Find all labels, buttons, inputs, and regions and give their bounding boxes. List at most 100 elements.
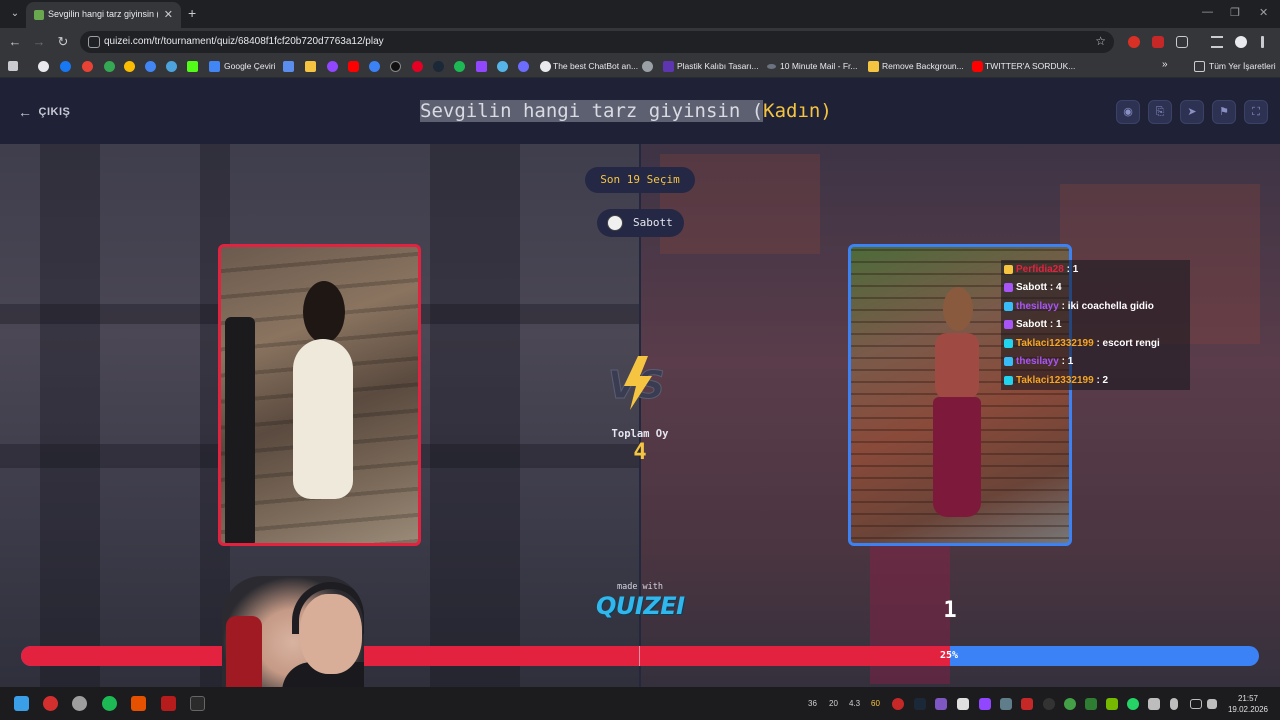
back-icon[interactable]: ← [6,33,24,51]
steam-tray-icon[interactable] [914,698,926,710]
bookmark-chatbot[interactable]: The best ChatBot an... [553,61,638,71]
site-info-icon[interactable] [88,36,100,48]
display-icon[interactable] [1190,699,1202,709]
photos-icon[interactable] [145,61,156,72]
chat-username: Perfidia28 [1016,263,1064,275]
tab-favicon-icon [34,10,44,20]
chat-text: : 4 [1047,282,1062,294]
reload-icon[interactable]: ↻ [54,33,72,51]
minimize-icon[interactable]: — [1202,6,1213,18]
spotify-icon[interactable] [454,61,465,72]
tray-icon[interactable] [1043,698,1055,710]
chat-badge-icon [1004,301,1013,311]
power-app-icon[interactable] [43,696,58,711]
bookmark-icon[interactable] [166,61,177,72]
volume-icon[interactable] [1207,699,1217,709]
app-icon[interactable] [72,696,87,711]
google-icon[interactable] [38,61,49,72]
quizei-logo[interactable]: QUIZEI [596,592,685,620]
bookmark-remove-background[interactable]: Remove Backgroun... [882,61,964,71]
browser-menu-icon[interactable] [1261,36,1264,48]
youtube-icon[interactable] [348,61,359,72]
quiz-title-main: Sevgilin hangi tarz giyinsin ( [420,100,764,122]
bookmark-icon[interactable] [518,61,529,72]
bookmark-google-translate[interactable]: Google Çeviri [224,61,276,71]
exit-button[interactable]: ← ÇIKIŞ [18,104,70,120]
fullscreen-icon[interactable]: ⛶ [1244,100,1268,124]
forward-icon[interactable]: → [30,33,48,51]
epic-games-icon[interactable] [190,696,205,711]
bookmark-star-icon[interactable]: ☆ [1095,34,1106,48]
chat-overlay: Perfidia28 : 1 Sabott : 4 thesilayy : iki … [1001,260,1190,390]
bookmark-icon[interactable] [369,61,380,72]
bookmarks-overflow-icon[interactable]: » [1162,59,1168,70]
nvidia-icon[interactable] [1106,698,1118,710]
chatbot-icon[interactable] [540,61,551,72]
gmail-icon[interactable] [82,61,93,72]
share-icon[interactable]: ⎘ [1148,100,1172,124]
app-icon[interactable] [131,696,146,711]
restore-icon[interactable]: ❐ [1230,6,1240,19]
tray-icon[interactable] [935,698,947,710]
drive-icon[interactable] [124,61,135,72]
mail-icon[interactable] [767,64,776,69]
window-close-icon[interactable]: ✕ [1259,6,1268,19]
globe-icon[interactable] [642,61,653,72]
tray-icon[interactable] [979,698,991,710]
youtube-icon[interactable] [972,61,983,72]
tray-icon[interactable] [1021,698,1033,710]
browser-tab[interactable]: Sevgilin hangi tarz giyinsin (Kad ✕ [26,2,181,28]
facebook-icon[interactable] [60,61,71,72]
flag-icon[interactable]: ⚑ [1212,100,1236,124]
bookmark-twitter-sorduk[interactable]: TWITTER'A SORDUK... [985,61,1075,71]
pinterest-icon[interactable] [412,61,423,72]
tab-close-icon[interactable]: ✕ [164,8,173,21]
bookmark-10-minute-mail[interactable]: 10 Minute Mail - Fr... [780,61,857,71]
maps-icon[interactable] [104,61,115,72]
extensions-puzzle-icon[interactable] [1176,36,1188,48]
eye-icon[interactable]: ◉ [1116,100,1140,124]
bookmark-icon[interactable] [663,61,674,72]
tab-search-chevron-icon[interactable]: ⌄ [6,5,24,23]
steam-icon[interactable] [433,61,444,72]
tray-icon[interactable] [892,698,904,710]
whatsapp-icon[interactable] [1127,698,1139,710]
tray-icon[interactable] [1064,698,1076,710]
tray-icon[interactable] [957,698,969,710]
bookmark-icon[interactable] [305,61,316,72]
tray-icon[interactable] [1000,698,1012,710]
apps-grid-icon[interactable] [8,61,18,71]
profile-avatar[interactable] [1235,36,1247,48]
system-clock[interactable]: 21:57 19.02.2026 [1222,693,1274,715]
start-icon[interactable] [14,696,29,711]
send-icon[interactable]: ➤ [1180,100,1204,124]
twitch-icon[interactable] [476,61,487,72]
spotify-icon[interactable] [102,696,117,711]
x-icon[interactable] [390,61,401,72]
total-votes-value: 4 [633,440,647,465]
bookmark-icon[interactable] [868,61,879,72]
microphone-icon[interactable] [1170,698,1178,710]
kick-icon[interactable] [187,61,198,72]
translate-icon[interactable] [209,61,220,72]
bookmark-plastik-kalibi[interactable]: Plastik Kalıbı Tasarı... [677,61,759,71]
chat-badge-icon [1004,338,1013,348]
chat-badge-icon [1004,264,1013,274]
address-bar[interactable]: quizei.com/tr/tournament/quiz/68408f1fcf… [80,31,1114,53]
pdf-extension-icon[interactable] [1152,36,1164,48]
left-option-card[interactable] [218,244,421,546]
chat-badge-icon [1004,283,1013,293]
bookmark-icon[interactable] [283,61,294,72]
game-app-icon[interactable] [161,696,176,711]
speaker-icon[interactable] [1148,698,1160,710]
reading-list-icon[interactable] [1211,36,1223,48]
new-tab-icon[interactable]: + [188,5,196,21]
twitch-icon[interactable] [327,61,338,72]
chat-username: thesilayy [1016,300,1059,312]
extension-red-icon[interactable] [1128,36,1140,48]
bookmark-icon[interactable] [497,61,508,72]
chat-message: thesilayy : 1 [1001,352,1190,371]
chat-text: : escort rengi [1093,337,1160,349]
bookmark-all-bookmarks[interactable]: Tüm Yer İşaretleri [1209,61,1276,71]
tray-icon[interactable] [1085,698,1097,710]
